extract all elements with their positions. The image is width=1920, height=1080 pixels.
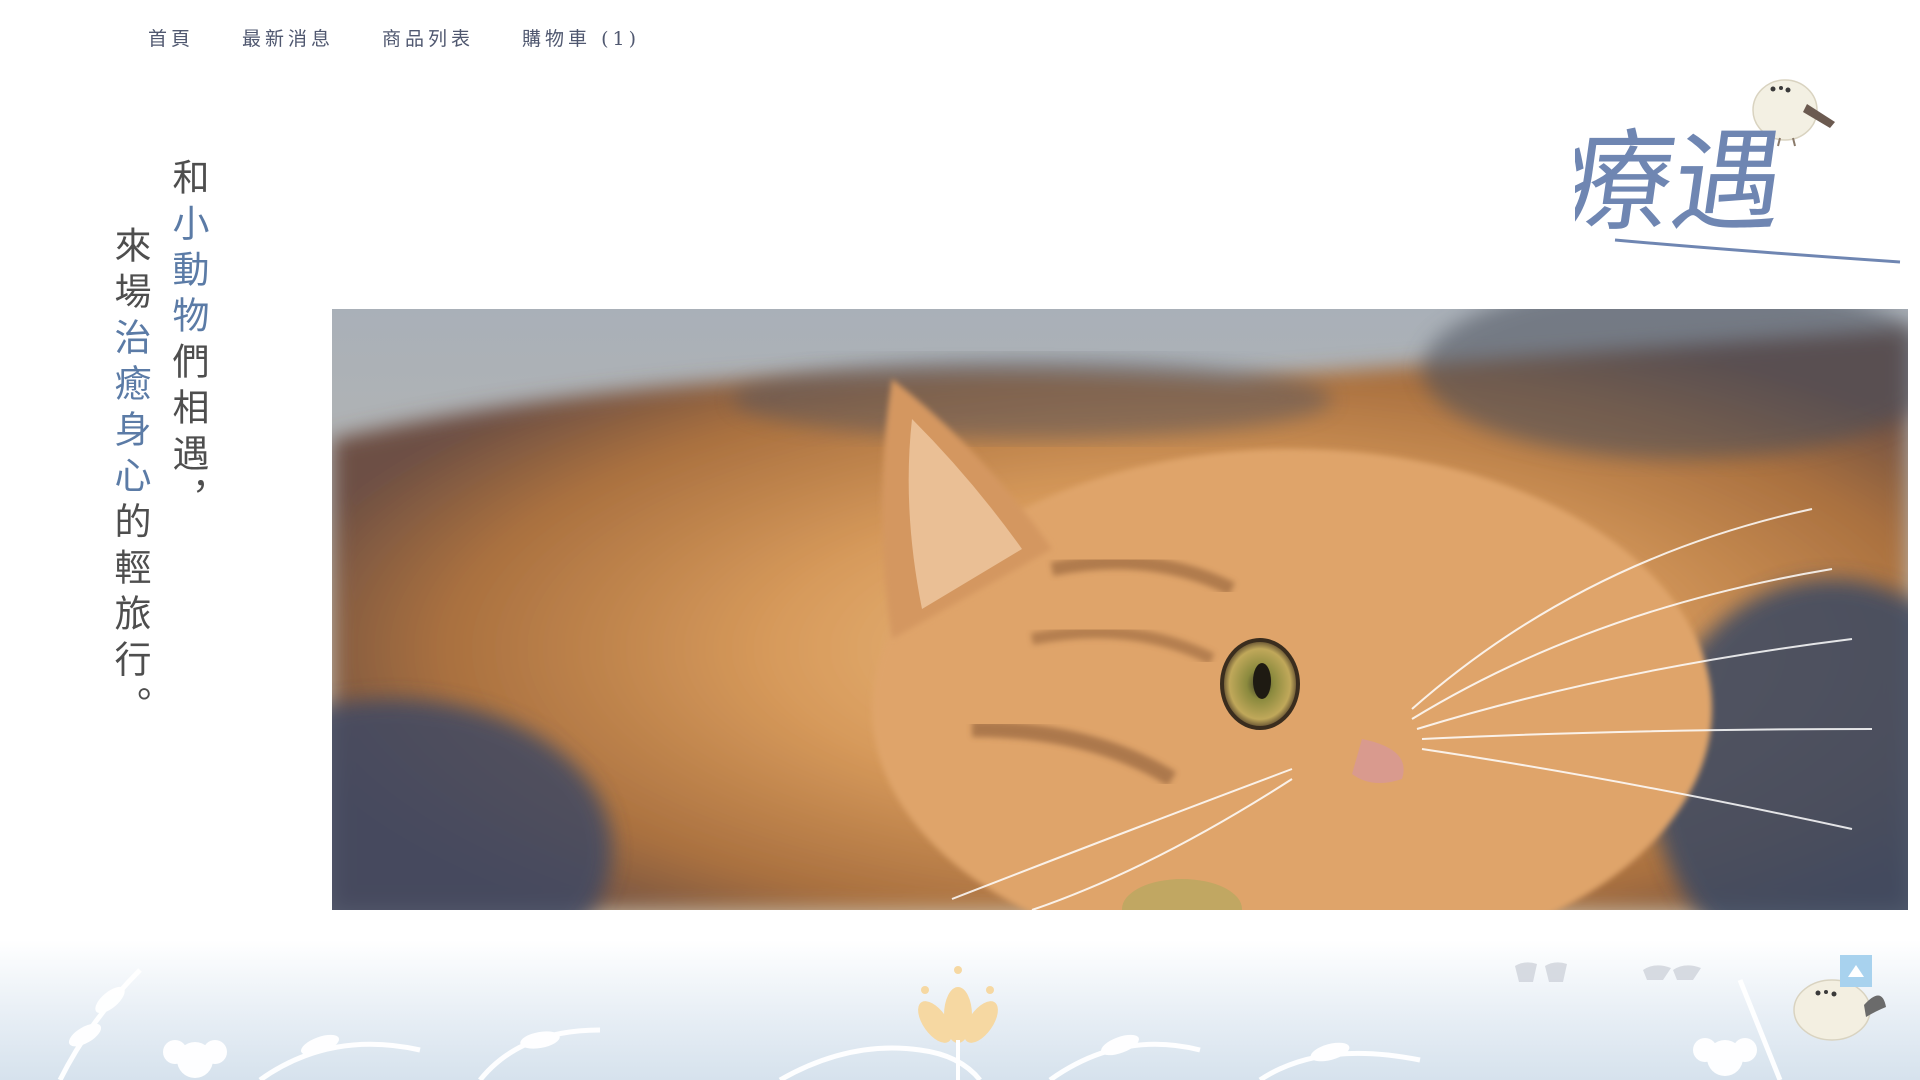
slogan-line-2: 來場治癒身心的輕旅行。 bbox=[100, 158, 158, 758]
slogan-text: 們相遇， bbox=[166, 342, 209, 526]
logo-text: 療遇 bbox=[1575, 118, 1792, 246]
flower-icon bbox=[918, 966, 998, 1080]
main-nav: 首頁 最新消息 商品列表 購物車 (1) bbox=[148, 24, 688, 54]
nav-news-link[interactable]: 最新消息 bbox=[242, 24, 334, 54]
slogan-line-1: 和小動物們相遇， bbox=[158, 158, 216, 758]
quote-marks-icon bbox=[1515, 962, 1701, 982]
cat-illustration bbox=[332, 309, 1908, 910]
site-logo[interactable]: 療遇 bbox=[1554, 70, 1910, 270]
page: 首頁 最新消息 商品列表 購物車 (1) 和小動物們相遇， 來場治癒身心的輕旅行… bbox=[0, 0, 1920, 1080]
nav-cart-link[interactable]: 購物車 (1) bbox=[522, 24, 640, 54]
arrow-up-icon bbox=[1848, 965, 1864, 977]
back-to-top-button[interactable] bbox=[1840, 955, 1872, 987]
logo-graphic: 療遇 bbox=[1554, 79, 1901, 264]
slogan-text: 的輕旅行。 bbox=[108, 502, 151, 732]
hero-slogan: 和小動物們相遇， 來場治癒身心的輕旅行。 bbox=[100, 158, 216, 758]
slogan-highlight: 小動物 bbox=[166, 204, 209, 342]
nav-products-link[interactable]: 商品列表 bbox=[382, 24, 474, 54]
slogan-text: 和 bbox=[166, 158, 209, 204]
hero-cat-photo bbox=[332, 309, 1908, 910]
slogan-highlight: 治癒身心 bbox=[108, 318, 151, 502]
slogan-text: 來場 bbox=[108, 226, 151, 318]
nav-home-link[interactable]: 首頁 bbox=[148, 24, 194, 54]
